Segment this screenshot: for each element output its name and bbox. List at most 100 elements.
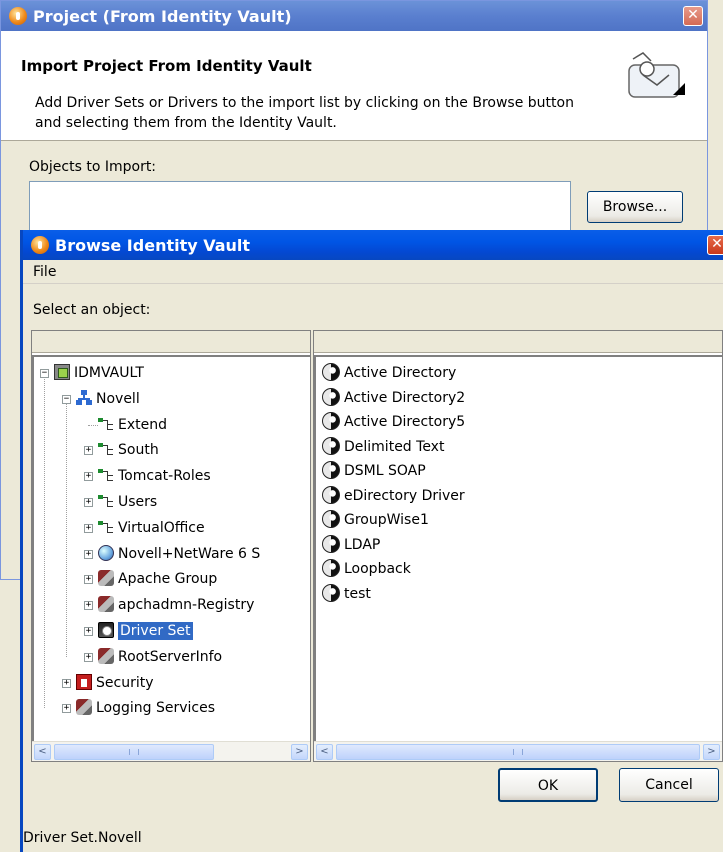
browse-dialog-title: Browse Identity Vault [55, 235, 251, 255]
tree-node-label: Security [96, 674, 154, 691]
menu-file[interactable]: File [33, 264, 56, 280]
driver-icon [322, 534, 340, 553]
import-dialog-titlebar[interactable]: Project (From Identity Vault) ✕ [1, 1, 707, 31]
tree-node-label: South [118, 442, 159, 459]
scroll-left-icon[interactable]: < [34, 744, 51, 760]
driver-set-icon [98, 622, 114, 638]
tree-node-label: Tomcat-Roles [118, 468, 211, 485]
org-unit-icon [98, 467, 114, 484]
tree-node[interactable]: VirtualOffice [98, 516, 205, 540]
tree-node-label: IDMVAULT [74, 365, 144, 381]
vault-tree[interactable]: − IDMVAULT − Novell Extend + South + Tomcat-Role… [32, 355, 310, 741]
expand-icon[interactable]: + [84, 575, 93, 585]
collapse-icon[interactable]: − [62, 394, 71, 404]
browse-dialog-titlebar[interactable]: Browse Identity Vault ✕ [23, 230, 723, 260]
driver-list-item[interactable]: Loopback [322, 557, 411, 582]
driver-list-item[interactable]: test [322, 582, 371, 607]
driver-icon [322, 436, 340, 455]
server-icon [54, 364, 70, 380]
tree-node[interactable]: Security [76, 671, 154, 695]
driver-list-item[interactable]: Active Directory2 [322, 386, 465, 411]
wizard-banner: Import Project From Identity Vault Add D… [1, 31, 707, 141]
expand-icon[interactable]: + [84, 498, 93, 507]
scroll-right-icon[interactable]: > [703, 744, 720, 760]
driver-label: Active Directory [344, 365, 457, 381]
driver-list-pane[interactable]: Active Directory Active Directory2 Active … [313, 330, 723, 762]
tool-icon [98, 570, 114, 587]
expand-icon[interactable]: + [84, 472, 93, 482]
tree-node[interactable]: IDMVAULT [54, 361, 144, 385]
driver-list-item[interactable]: eDirectory Driver [322, 484, 465, 509]
expand-icon[interactable]: + [62, 678, 71, 688]
browse-identity-vault-dialog: Browse Identity Vault ✕ File Select an o… [20, 230, 723, 852]
tool-icon [76, 699, 92, 716]
driver-icon [322, 387, 340, 406]
menu-bar: File [23, 260, 723, 284]
tree-node[interactable]: RootServerInfo [98, 645, 222, 669]
driver-list-item[interactable]: Delimited Text [322, 435, 444, 460]
expand-icon[interactable]: + [62, 704, 71, 714]
vault-tree-pane[interactable]: − IDMVAULT − Novell Extend + South + Tomcat-Role… [31, 330, 311, 762]
tool-icon [98, 647, 114, 664]
tree-node[interactable]: Extend [98, 413, 167, 437]
tree-node-label: Novell [96, 390, 140, 407]
import-dialog-close-button[interactable]: ✕ [683, 6, 703, 26]
driver-icon [322, 485, 340, 504]
tree-node-label: Logging Services [96, 700, 216, 717]
expand-icon[interactable]: + [84, 601, 93, 611]
expand-icon[interactable]: + [84, 523, 93, 533]
list-horizontal-scrollbar[interactable]: < > [314, 741, 722, 761]
tree-node[interactable]: Novell+NetWare 6 S [98, 542, 260, 566]
tree-node[interactable]: Novell [76, 387, 140, 411]
scroll-thumb[interactable] [336, 744, 700, 760]
driver-icon [322, 363, 340, 381]
driver-label: Loopback [344, 561, 411, 577]
org-unit-icon [98, 518, 114, 535]
driver-label: Delimited Text [344, 438, 445, 455]
banner-description: Add Driver Sets or Drivers to the import… [35, 95, 574, 131]
driver-list-item[interactable]: Active Directory5 [322, 410, 465, 435]
browse-button[interactable]: Browse... [587, 191, 683, 223]
tree-node-label: apchadmn-Registry [118, 597, 255, 614]
tree-horizontal-scrollbar[interactable]: < > [32, 741, 310, 761]
driver-list-item[interactable]: GroupWise1 [322, 508, 429, 533]
driver-label: Active Directory2 [344, 389, 466, 406]
driver-list[interactable]: Active Directory Active Directory2 Active … [314, 355, 722, 741]
import-dialog-title: Project (From Identity Vault) [33, 6, 292, 26]
driver-label: DSML SOAP [344, 463, 426, 479]
driver-list-item[interactable]: Active Directory [322, 361, 456, 386]
scroll-thumb[interactable] [54, 744, 214, 760]
wizard-banner-icon [628, 52, 685, 98]
tree-node-label: Users [118, 494, 158, 510]
select-object-label: Select an object: [33, 302, 151, 318]
browse-dialog-close-button[interactable]: ✕ [707, 235, 723, 255]
org-unit-icon [98, 493, 114, 509]
tree-node[interactable]: Driver Set [98, 619, 193, 643]
scroll-left-icon[interactable]: < [316, 744, 333, 760]
organization-icon [76, 389, 92, 406]
tree-node-label: Driver Set [118, 622, 193, 640]
org-unit-icon [98, 415, 114, 432]
globe-icon [98, 544, 114, 561]
driver-label: test [344, 585, 371, 602]
tree-node[interactable]: Apache Group [98, 567, 217, 591]
driver-list-item[interactable]: DSML SOAP [322, 459, 426, 484]
ok-button[interactable]: OK [498, 768, 598, 802]
tree-header [32, 331, 310, 353]
tree-node[interactable]: Users [98, 490, 157, 514]
expand-icon[interactable]: + [84, 627, 93, 636]
tree-node[interactable]: apchadmn-Registry [98, 593, 254, 617]
collapse-icon[interactable]: − [40, 369, 49, 378]
driver-label: Active Directory5 [344, 414, 466, 430]
scroll-right-icon[interactable]: > [291, 744, 308, 760]
status-bar: Driver Set.Novell [23, 830, 142, 846]
tree-node[interactable]: South [98, 438, 159, 462]
expand-icon[interactable]: + [84, 652, 93, 662]
driver-list-item[interactable]: LDAP [322, 533, 380, 558]
tree-node[interactable]: Logging Services [76, 696, 215, 720]
cancel-button[interactable]: Cancel [619, 768, 719, 802]
expand-icon[interactable]: + [84, 446, 93, 456]
driver-icon [322, 559, 340, 577]
tree-node[interactable]: Tomcat-Roles [98, 464, 211, 488]
expand-icon[interactable]: + [84, 549, 93, 559]
